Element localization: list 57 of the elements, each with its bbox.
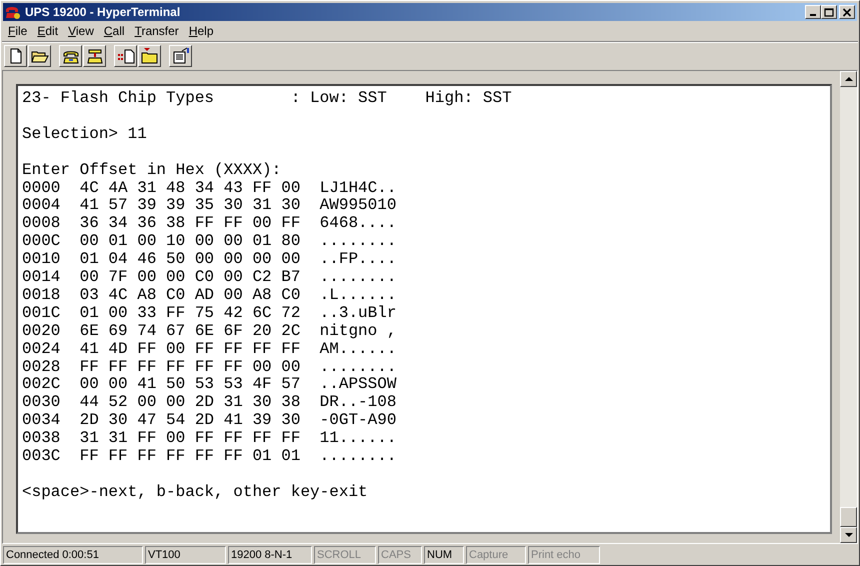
terminal-line: 000C 00 01 00 10 00 00 01 80 ........ bbox=[22, 233, 396, 252]
terminal-line: 0000 4C 4A 31 48 34 43 FF 00 LJ1H4C.. bbox=[22, 180, 396, 198]
terminal-line: 0010 01 04 46 50 00 00 00 00 ..FP.... bbox=[22, 251, 396, 270]
terminal-line: 0008 36 34 36 38 FF FF 00 FF 6468.... bbox=[22, 215, 396, 234]
maximize-icon bbox=[824, 8, 834, 16]
terminal-line: 002C 00 00 41 50 53 53 4F 57 ..APSSOW bbox=[22, 376, 396, 394]
status-field: 19200 8-N-1 bbox=[228, 546, 312, 564]
status-field: NUM bbox=[424, 546, 464, 564]
menu-item[interactable]: Transfer bbox=[130, 22, 184, 40]
terminal-line: 0014 00 7F 00 00 C0 00 C2 B7 ........ bbox=[22, 269, 396, 287]
scrollbar-thumb[interactable] bbox=[840, 507, 857, 527]
toolbar-button[interactable] bbox=[59, 45, 82, 67]
terminal-line: 001C 01 00 33 FF 75 42 6C 72 ..3.uBlr bbox=[22, 304, 396, 323]
menu-item[interactable]: View bbox=[63, 22, 99, 40]
terminal-line: 003C FF FF FF FF FF FF 01 01 ........ bbox=[22, 448, 396, 466]
status-field: VT100 bbox=[145, 546, 226, 564]
terminal-line: <space>-next, b-back, other key-exit bbox=[22, 484, 368, 502]
status-field: Capture bbox=[466, 546, 526, 564]
status-field: SCROLL bbox=[314, 546, 376, 564]
menu-item[interactable]: Call bbox=[98, 22, 130, 40]
status-field: Print echo bbox=[528, 546, 600, 564]
close-button[interactable] bbox=[839, 5, 855, 19]
menu-item[interactable]: File bbox=[3, 22, 32, 40]
status-field: Connected 0:00:51 bbox=[3, 546, 143, 564]
properties-icon bbox=[172, 47, 190, 65]
terminal-line: 0028 FF FF FF FF FF FF 00 00 ........ bbox=[22, 358, 396, 376]
menu-item[interactable]: Help bbox=[184, 22, 218, 40]
terminal-line: 0034 2D 30 47 54 2D 41 39 30 -0GT-A90 bbox=[22, 412, 396, 430]
minimize-button[interactable] bbox=[805, 5, 821, 19]
maximize-button[interactable] bbox=[821, 5, 837, 19]
terminal-line: 0024 41 4D FF 00 FF FF FF FF AM...... bbox=[22, 340, 396, 359]
scrollbar[interactable] bbox=[840, 71, 857, 543]
toolbar-button[interactable] bbox=[138, 45, 161, 67]
toolbar-button[interactable] bbox=[169, 45, 192, 67]
window-title: UPS 19200 - HyperTerminal bbox=[25, 6, 180, 18]
toolbar-button[interactable] bbox=[114, 45, 137, 67]
toolbar-button[interactable] bbox=[83, 45, 106, 67]
terminal-line: 0018 03 4C A8 C0 AD 00 A8 C0 .L...... bbox=[22, 286, 396, 305]
send-document-icon bbox=[116, 47, 134, 65]
terminal-line: 23- Flash Chip Types : Low: SST High: SST bbox=[22, 90, 512, 108]
telephone-icon bbox=[5, 4, 21, 20]
up-arrow-icon bbox=[844, 76, 852, 82]
status-field: CAPS bbox=[378, 546, 422, 564]
receive-folder-icon bbox=[140, 47, 158, 65]
terminal-line: 0004 41 57 39 39 35 30 31 30 AW995010 bbox=[22, 197, 396, 216]
toolbar-button[interactable] bbox=[4, 45, 27, 67]
menu-item[interactable]: Edit bbox=[32, 22, 64, 40]
toolbar-button[interactable] bbox=[28, 45, 51, 67]
terminal-line: Selection> 11 bbox=[22, 126, 147, 144]
telephone-icon bbox=[86, 47, 104, 65]
close-icon bbox=[842, 8, 852, 16]
terminal-line: 0038 31 31 FF 00 FF FF FF FF 11...... bbox=[22, 430, 396, 448]
terminal-line: 0030 44 52 00 00 2D 31 30 38 DR..-108 bbox=[22, 394, 396, 412]
down-arrow-icon bbox=[844, 532, 852, 538]
minimize-icon bbox=[810, 14, 816, 16]
terminal-line: Enter Offset in Hex (XXXX): bbox=[22, 162, 282, 180]
terminal-line: 0020 6E 69 74 67 6E 6F 20 2C nitgno , bbox=[22, 322, 396, 341]
